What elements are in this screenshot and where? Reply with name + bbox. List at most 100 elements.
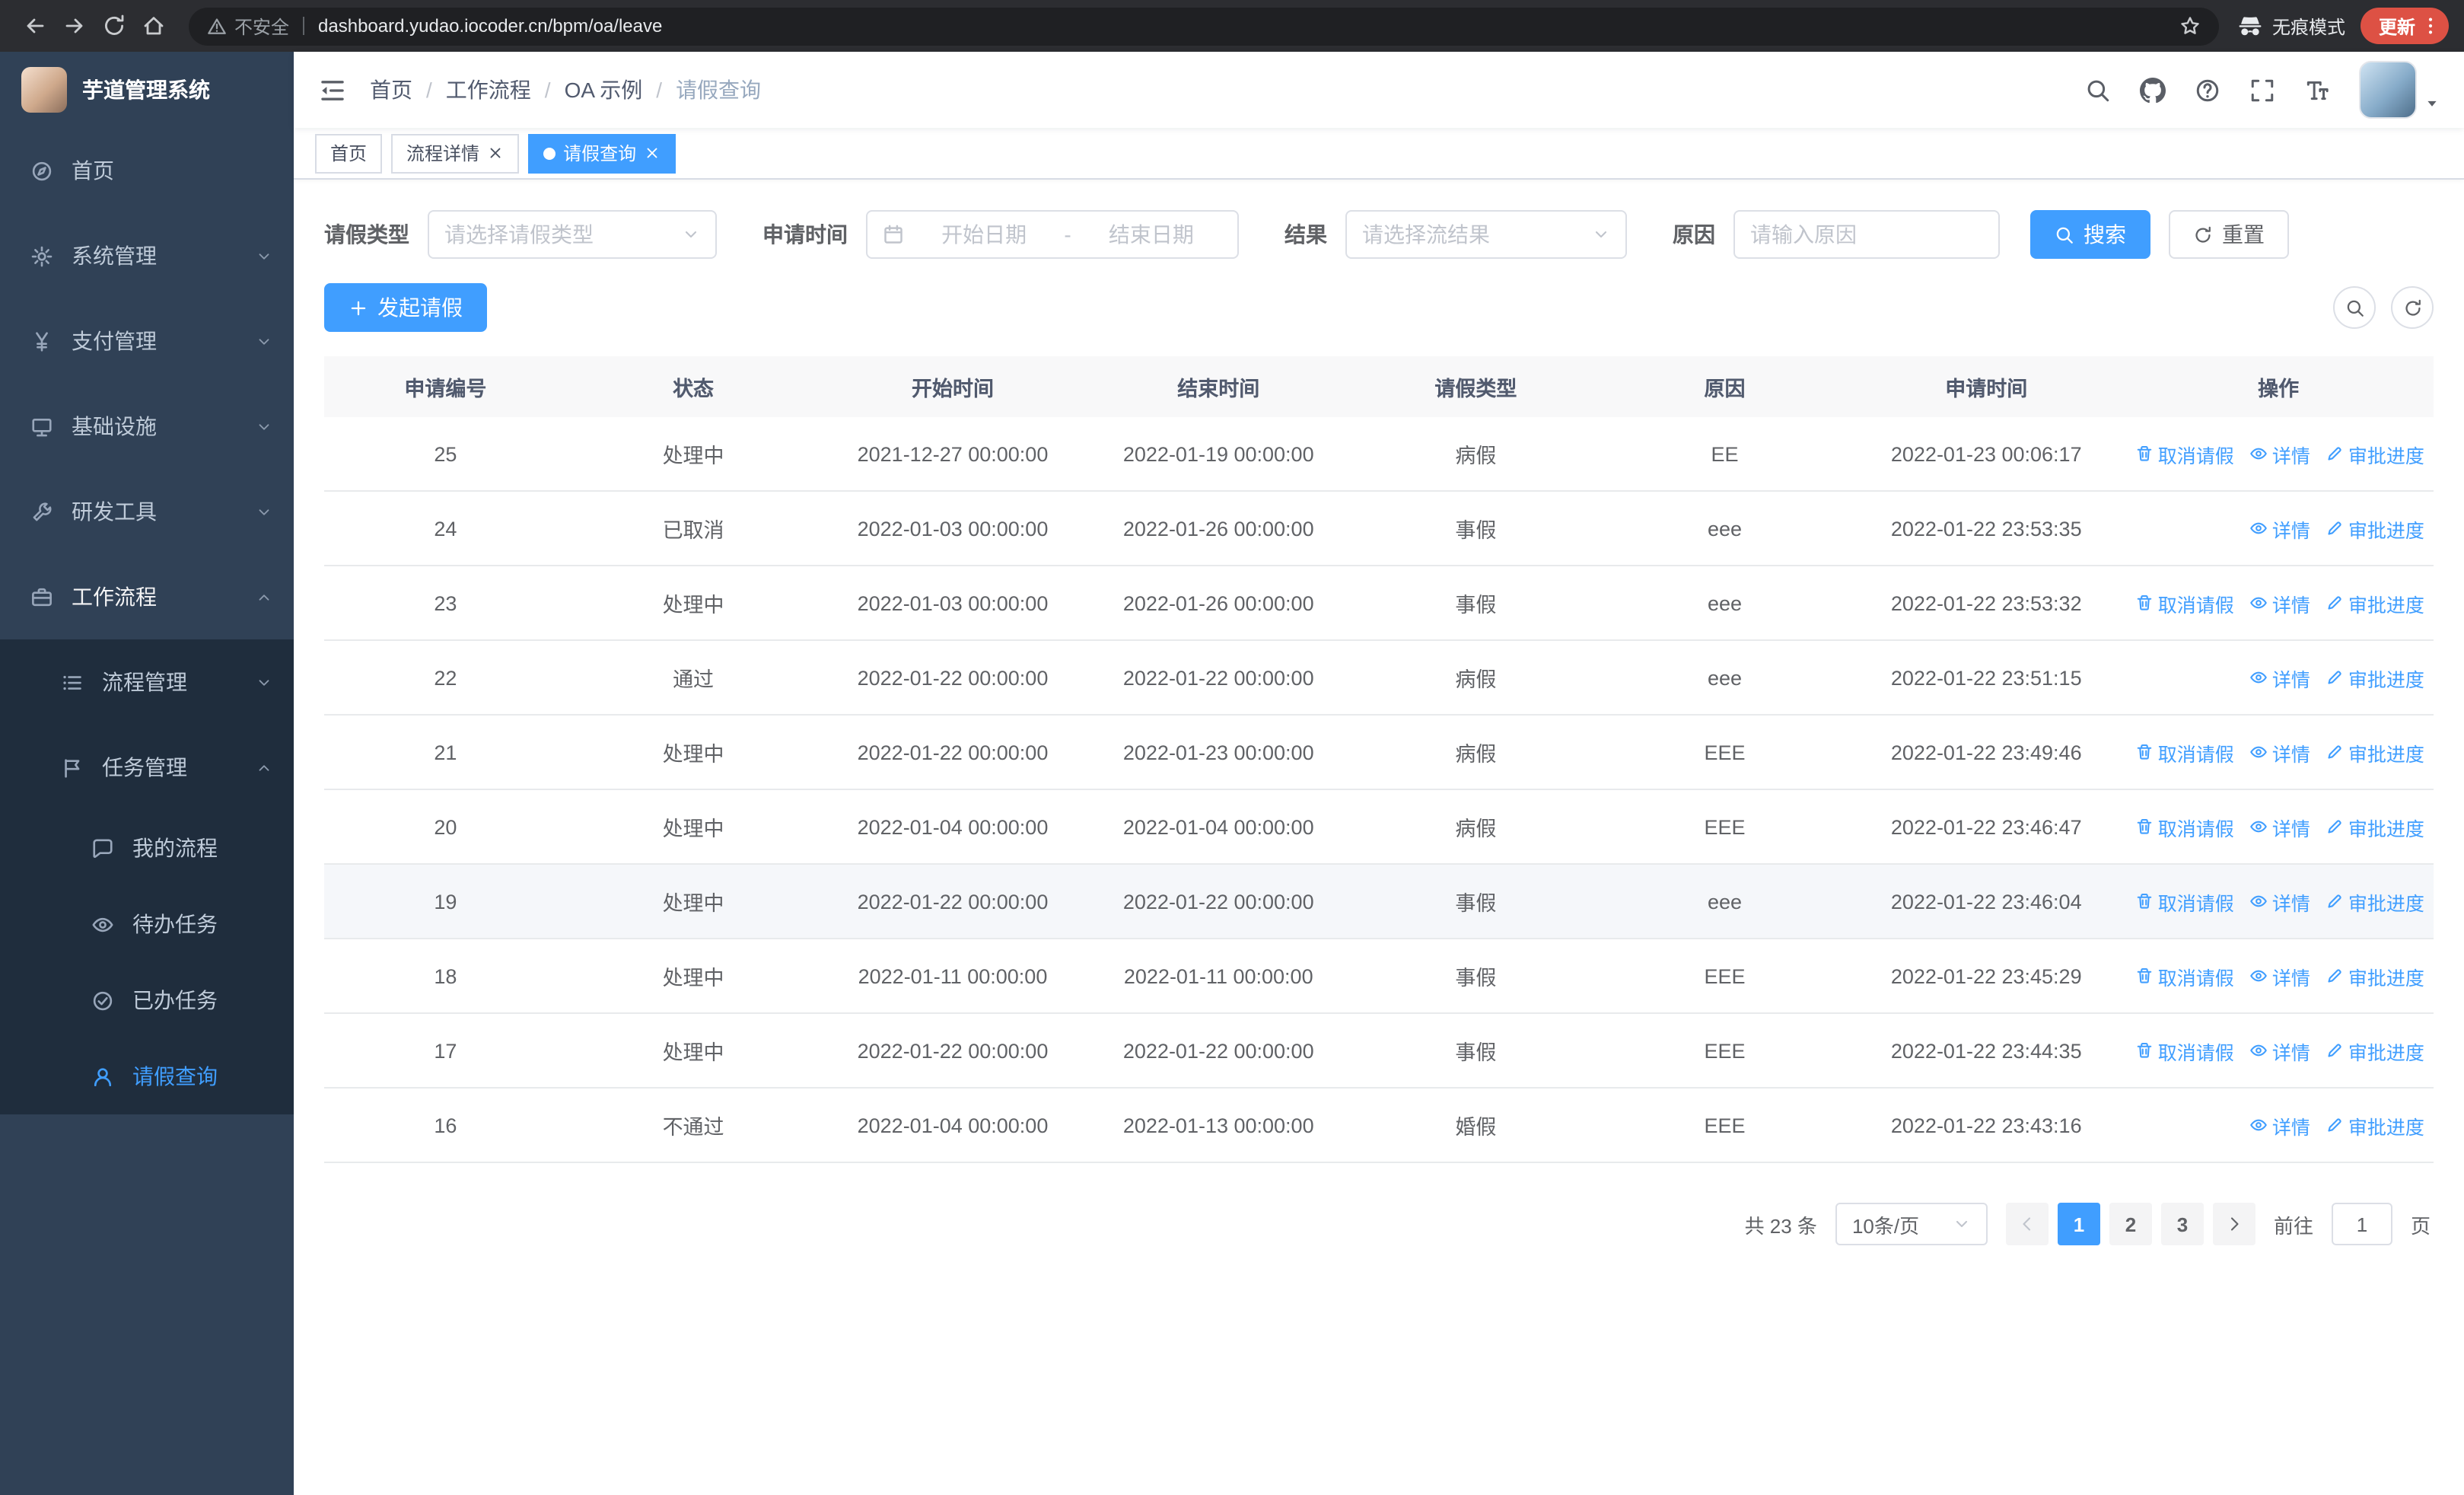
- page-size-select[interactable]: 10条/页: [1835, 1203, 1988, 1245]
- leave-type-select[interactable]: 请选择请假类型: [428, 210, 717, 259]
- table-row[interactable]: 22 通过 2022-01-22 00:00:00 2022-01-22 00:00:…: [324, 641, 2434, 716]
- sidebar-item-system[interactable]: 系统管理: [0, 213, 294, 298]
- sidebar-logo[interactable]: 芋道管理系统: [0, 52, 294, 128]
- table-row[interactable]: 25 处理中 2021-12-27 00:00:00 2022-01-19 00:00…: [324, 417, 2434, 492]
- tab-2[interactable]: 请假查询: [528, 133, 676, 173]
- table-row[interactable]: 17 处理中 2022-01-22 00:00:00 2022-01-22 00:00…: [324, 1014, 2434, 1089]
- browser-update-button[interactable]: 更新: [2360, 8, 2449, 44]
- address-bar[interactable]: 不安全 dashboard.yudao.iocoder.cn/bpm/oa/le…: [189, 7, 2219, 45]
- action-progress[interactable]: 审批进度: [2326, 887, 2424, 916]
- sidebar-item-workflow[interactable]: 工作流程: [0, 554, 294, 639]
- action-cancel[interactable]: 取消请假: [2135, 887, 2234, 916]
- prev-page-button[interactable]: [2005, 1203, 2049, 1245]
- action-progress[interactable]: 审批进度: [2326, 738, 2424, 767]
- table-row[interactable]: 16 不通过 2022-01-04 00:00:00 2022-01-13 00:00…: [324, 1089, 2434, 1163]
- create-leave-button[interactable]: 发起请假: [324, 283, 487, 332]
- action-detail[interactable]: 详情: [2249, 887, 2310, 916]
- breadcrumb-item[interactable]: OA 示例: [565, 75, 643, 105]
- sidebar-item-leave-query[interactable]: 请假查询: [0, 1038, 294, 1114]
- start-date-input[interactable]: 开始日期: [913, 219, 1055, 250]
- action-cancel[interactable]: 取消请假: [2135, 588, 2234, 617]
- action-progress[interactable]: 审批进度: [2326, 1111, 2424, 1140]
- next-page-button[interactable]: [2212, 1203, 2255, 1245]
- action-cancel[interactable]: 取消请假: [2135, 961, 2234, 990]
- action-label: 审批进度: [2348, 818, 2424, 840]
- action-detail[interactable]: 详情: [2249, 1036, 2310, 1065]
- bookmark-star-icon[interactable]: [2179, 15, 2201, 37]
- action-cancel[interactable]: 取消请假: [2135, 812, 2234, 841]
- action-cancel[interactable]: 取消请假: [2135, 1036, 2234, 1065]
- tab-0[interactable]: 首页: [315, 133, 383, 173]
- table-row[interactable]: 20 处理中 2022-01-04 00:00:00 2022-01-04 00:00…: [324, 790, 2434, 865]
- back-button[interactable]: [15, 6, 55, 46]
- action-detail[interactable]: 详情: [2249, 663, 2310, 692]
- refresh-icon: [2193, 225, 2213, 244]
- fullscreen-icon[interactable]: [2249, 77, 2275, 103]
- sidebar-item-process-mgmt[interactable]: 流程管理: [0, 639, 294, 725]
- table-row[interactable]: 21 处理中 2022-01-22 00:00:00 2022-01-23 00:00…: [324, 716, 2434, 790]
- page-button-2[interactable]: 2: [2109, 1203, 2152, 1245]
- search-button[interactable]: 搜索: [2030, 210, 2150, 259]
- reload-button[interactable]: [94, 6, 134, 46]
- action-detail[interactable]: 详情: [2249, 588, 2310, 617]
- home-button[interactable]: [134, 6, 173, 46]
- date-range-picker[interactable]: 开始日期 - 结束日期: [866, 210, 1239, 259]
- table-row[interactable]: 18 处理中 2022-01-11 00:00:00 2022-01-11 00:00…: [324, 939, 2434, 1014]
- menu-dots-icon[interactable]: [2420, 15, 2441, 37]
- action-progress[interactable]: 审批进度: [2326, 514, 2424, 543]
- page-button-3[interactable]: 3: [2160, 1203, 2204, 1245]
- action-detail[interactable]: 详情: [2249, 738, 2310, 767]
- sidebar-item-done-tasks[interactable]: 已办任务: [0, 962, 294, 1038]
- page-button-1[interactable]: 1: [2057, 1203, 2100, 1245]
- sidebar-item-payment[interactable]: 支付管理: [0, 298, 294, 384]
- security-label[interactable]: 不安全: [234, 13, 289, 39]
- action-detail[interactable]: 详情: [2249, 812, 2310, 841]
- table-row[interactable]: 24 已取消 2022-01-03 00:00:00 2022-01-26 00:00…: [324, 492, 2434, 566]
- action-cancel[interactable]: 取消请假: [2135, 738, 2234, 767]
- help-icon[interactable]: [2195, 77, 2220, 103]
- sidebar-item-todo-tasks[interactable]: 待办任务: [0, 886, 294, 962]
- eye-icon: [2249, 445, 2268, 463]
- refresh-table-button[interactable]: [2391, 286, 2434, 329]
- forward-button[interactable]: [55, 6, 94, 46]
- cell-start: 2022-01-04 00:00:00: [857, 1114, 1049, 1136]
- reset-button[interactable]: 重置: [2169, 210, 2289, 259]
- filter-form: 请假类型 请选择请假类型 申请时间 开始日期 - 结束日期 结果 请选择流结果 …: [324, 210, 2434, 259]
- user-menu[interactable]: [2359, 61, 2440, 119]
- github-icon[interactable]: [2140, 77, 2166, 103]
- action-progress[interactable]: 审批进度: [2326, 961, 2424, 990]
- action-detail[interactable]: 详情: [2249, 1111, 2310, 1140]
- action-progress[interactable]: 审批进度: [2326, 812, 2424, 841]
- table-row[interactable]: 23 处理中 2022-01-03 00:00:00 2022-01-26 00:00…: [324, 566, 2434, 641]
- tab-1[interactable]: 流程详情: [391, 133, 520, 173]
- sidebar-collapse-icon[interactable]: [318, 75, 347, 104]
- action-progress[interactable]: 审批进度: [2326, 588, 2424, 617]
- sidebar-item-infrastructure[interactable]: 基础设施: [0, 384, 294, 469]
- close-icon[interactable]: [487, 145, 504, 161]
- action-detail[interactable]: 详情: [2249, 439, 2310, 468]
- toggle-search-button[interactable]: [2333, 286, 2376, 329]
- cell-start: 2022-01-22 00:00:00: [857, 666, 1049, 689]
- font-size-icon[interactable]: [2304, 77, 2330, 103]
- action-progress[interactable]: 审批进度: [2326, 1036, 2424, 1065]
- end-date-input[interactable]: 结束日期: [1081, 219, 1222, 250]
- chevron-down-icon: [1592, 225, 1610, 244]
- action-cancel[interactable]: 取消请假: [2135, 439, 2234, 468]
- table-row[interactable]: 19 处理中 2022-01-22 00:00:00 2022-01-22 00:00…: [324, 865, 2434, 939]
- reason-input[interactable]: 请输入原因: [1733, 210, 2000, 259]
- action-progress[interactable]: 审批进度: [2326, 439, 2424, 468]
- breadcrumb-item[interactable]: 工作流程: [446, 75, 531, 105]
- result-select[interactable]: 请选择流结果: [1345, 210, 1627, 259]
- action-detail[interactable]: 详情: [2249, 961, 2310, 990]
- close-icon[interactable]: [644, 145, 661, 161]
- breadcrumb-item[interactable]: 首页: [370, 75, 412, 105]
- action-detail[interactable]: 详情: [2249, 514, 2310, 543]
- sidebar-item-home[interactable]: 首页: [0, 128, 294, 213]
- goto-page-input[interactable]: 1: [2331, 1203, 2392, 1245]
- cell-start: 2022-01-03 00:00:00: [857, 517, 1049, 540]
- header-search-icon[interactable]: [2085, 77, 2111, 103]
- sidebar-item-task-mgmt[interactable]: 任务管理: [0, 725, 294, 810]
- sidebar-item-devtools[interactable]: 研发工具: [0, 469, 294, 554]
- sidebar-item-my-process[interactable]: 我的流程: [0, 810, 294, 886]
- action-progress[interactable]: 审批进度: [2326, 663, 2424, 692]
